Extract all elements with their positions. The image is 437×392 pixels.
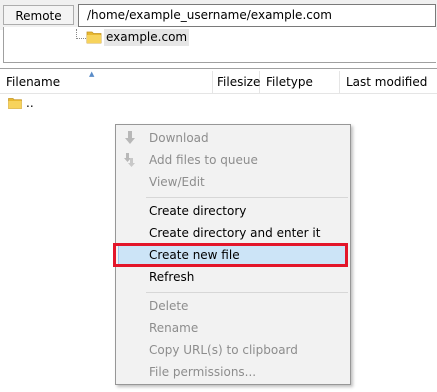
context-menu: Download Add files to queue View/Edit Cr…: [115, 124, 351, 385]
menu-item-add-files-to-queue[interactable]: Add files to queue: [118, 149, 348, 171]
menu-item-create-new-file[interactable]: Create new file: [118, 244, 348, 266]
menu-item-view-edit[interactable]: View/Edit: [118, 171, 348, 193]
column-header-filename[interactable]: Filename: [0, 71, 213, 93]
sort-ascending-icon: ▲: [89, 70, 95, 78]
menu-item-file-permissions[interactable]: File permissions...: [118, 361, 348, 383]
column-header-last-modified[interactable]: Last modified: [340, 71, 437, 93]
remote-site-label: Remote site:: [3, 5, 74, 43]
menu-item-rename[interactable]: Rename: [118, 317, 348, 339]
folder-icon: [86, 30, 102, 47]
file-list-header: Filename ▲ Filesize Filetype Last modifi…: [0, 70, 437, 94]
tree-connector-line: [76, 38, 86, 39]
column-header-filetype[interactable]: Filetype: [260, 71, 340, 93]
menu-item-create-directory-and-enter[interactable]: Create directory and enter it: [118, 222, 348, 244]
menu-item-refresh[interactable]: Refresh: [118, 266, 348, 288]
menu-separator: [146, 197, 348, 198]
remote-site-bar: Remote site: /home/example_username/exam…: [0, 0, 437, 43]
list-item-label: ..: [26, 96, 34, 110]
menu-separator: [146, 292, 348, 293]
column-header-filesize[interactable]: Filesize: [213, 71, 260, 93]
menu-item-copy-url[interactable]: Copy URL(s) to clipboard: [118, 339, 348, 361]
menu-item-download[interactable]: Download: [118, 127, 348, 149]
menu-item-create-directory[interactable]: Create directory: [118, 200, 348, 222]
remote-path-input[interactable]: /home/example_username/example.com: [78, 4, 436, 27]
remote-directory-tree[interactable]: example.com: [3, 27, 436, 63]
menu-item-delete[interactable]: Delete: [118, 295, 348, 317]
folder-icon: [8, 97, 22, 112]
tree-item-example-com[interactable]: example.com: [104, 29, 190, 46]
